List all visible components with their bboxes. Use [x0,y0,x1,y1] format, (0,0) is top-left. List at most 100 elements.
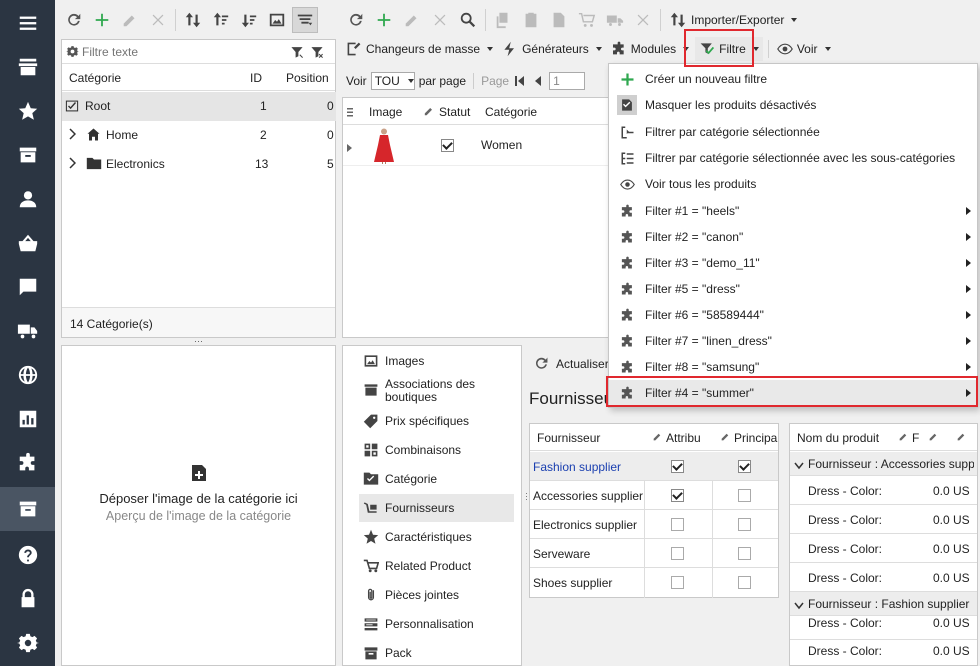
column-header-category[interactable]: Catégorie [69,71,121,85]
column-header-image[interactable]: Image [369,105,402,119]
table-row[interactable]: Accessories supplier [530,481,778,510]
cart-icon[interactable] [574,7,600,33]
lock-icon[interactable] [0,577,55,621]
splitter-handle[interactable]: ··· [194,337,204,346]
column-header-product-name[interactable]: Nom du produit [797,431,879,445]
refresh-icon[interactable] [61,7,87,33]
table-row[interactable]: Shoes supplier [530,568,778,597]
principal-checkbox[interactable] [738,576,751,589]
tab-attachments[interactable]: Pièces jointes [363,587,518,603]
tab-related-product[interactable]: Related Product [363,558,518,574]
sort-up-icon[interactable] [208,7,234,33]
table-row[interactable]: Fashion supplier [530,452,778,481]
product-thumbnail[interactable] [373,128,395,167]
funnel-icon[interactable] [287,45,307,59]
view-button[interactable]: Voir [774,37,834,61]
add-image-icon[interactable] [191,464,207,485]
tab-combinations[interactable]: Combinaisons [363,442,518,458]
table-row[interactable]: Electronics supplier [530,510,778,539]
delete-icon[interactable] [145,7,171,33]
attribute-checkbox[interactable] [671,518,684,531]
basket-icon[interactable] [0,221,55,265]
menu-item-saved-filter[interactable]: Filter #5 = "dress" [609,276,977,302]
catalog-icon[interactable] [0,487,55,531]
menu-item-saved-filter[interactable]: Filter #3 = "demo_11" [609,250,977,276]
menu-item-hide-disabled[interactable]: Masquer les produits désactivés [609,92,977,118]
attribute-checkbox[interactable] [671,489,684,502]
column-header-supplier[interactable]: Fournisseur [537,431,600,445]
globe-icon[interactable] [0,353,55,397]
tab-shop-associations[interactable]: Associations des boutiques [363,378,518,404]
help-icon[interactable] [0,533,55,577]
clear-filter-icon[interactable] [307,45,327,59]
column-header-id[interactable]: ID [250,71,262,85]
menu-item-filter-selected-category[interactable]: Filtrer par catégorie sélectionnée [609,119,977,145]
close-icon[interactable] [630,7,656,33]
tab-category[interactable]: Catégorie [363,471,518,487]
menu-item-saved-filter[interactable]: Filter #7 = "linen_dress" [609,328,977,354]
sort-down-icon[interactable] [236,7,262,33]
hamburger-menu-icon[interactable] [0,1,55,45]
menu-item-create-filter[interactable]: Créer un nouveau filtre [609,66,977,92]
principal-checkbox[interactable] [738,489,751,502]
table-row[interactable]: Dress - Color: 0.0 US [790,563,977,592]
expand-chevron-icon[interactable] [68,128,77,143]
tab-customization[interactable]: Personnalisation [363,616,518,632]
principal-checkbox[interactable] [738,547,751,560]
refresh-suppliers-button[interactable]: Actualiser [533,355,609,372]
copy-icon[interactable] [490,7,516,33]
tab-images[interactable]: Images [363,353,518,369]
search-icon[interactable] [455,7,481,33]
paste-icon[interactable] [518,7,544,33]
tab-features[interactable]: Caractéristiques [363,529,518,545]
table-row[interactable]: Serveware [530,539,778,568]
tab-specific-prices[interactable]: Prix spécifiques [363,413,518,429]
category-filter-input[interactable] [82,44,287,59]
group-row[interactable]: Fournisseur : Accessories suppl [790,452,977,476]
column-header-status[interactable]: Statut [439,105,470,119]
document-icon[interactable] [546,7,572,33]
user-icon[interactable] [0,177,55,221]
row-menu-icon[interactable] [347,106,353,120]
table-row[interactable]: Women [343,126,608,166]
expand-chevron-icon[interactable] [68,157,77,172]
per-page-select[interactable]: TOU [370,72,415,90]
filter-list-icon[interactable] [292,7,318,33]
add-icon[interactable] [371,7,397,33]
menu-item-saved-filter[interactable]: Filter #2 = "canon" [609,224,977,250]
previous-page-icon[interactable] [531,76,545,86]
delete-icon[interactable] [427,7,453,33]
tree-row-root[interactable]: Root 1 0 [62,92,336,121]
menu-item-saved-filter[interactable]: Filter #6 = "58589444" [609,302,977,328]
column-header-principal[interactable]: Principa [734,431,777,445]
menu-item-saved-filter[interactable]: Filter #1 = "heels" [609,198,977,224]
store-icon[interactable] [0,45,55,89]
bar-chart-icon[interactable] [0,397,55,441]
collapse-chevron-icon[interactable] [794,599,804,613]
add-icon[interactable] [89,7,115,33]
group-row[interactable]: Fournisseur : Fashion supplier [790,592,977,616]
first-page-icon[interactable] [513,76,527,86]
edit-icon[interactable] [117,7,143,33]
star-icon[interactable] [0,89,55,133]
settings-icon[interactable] [0,621,55,665]
move-up-down-icon[interactable] [180,7,206,33]
principal-checkbox[interactable] [738,518,751,531]
gear-icon[interactable] [62,45,82,58]
truck-icon[interactable] [602,7,628,33]
tab-suppliers[interactable]: Fournisseurs [359,494,514,522]
table-row[interactable]: Dress - Color: 0.0 US [790,505,977,534]
image-drop-text[interactable]: Déposer l'image de la catégorie ici [62,491,335,506]
collapse-chevron-icon[interactable] [794,459,804,473]
menu-item-show-all-products[interactable]: Voir tous les produits [609,171,977,197]
generators-button[interactable]: Générateurs [499,37,605,61]
table-row[interactable]: Dress - Color: 0.0 US [790,616,977,640]
table-row[interactable]: Dress - Color: 0.0 US [790,534,977,563]
page-number-input[interactable]: 1 [549,72,586,90]
inbox-icon[interactable] [0,133,55,177]
message-icon[interactable] [0,265,55,309]
mass-changers-button[interactable]: Changeurs de masse [343,37,496,61]
truck-icon[interactable] [0,309,55,353]
puzzle-icon[interactable] [0,441,55,485]
status-checkbox[interactable] [441,139,454,152]
